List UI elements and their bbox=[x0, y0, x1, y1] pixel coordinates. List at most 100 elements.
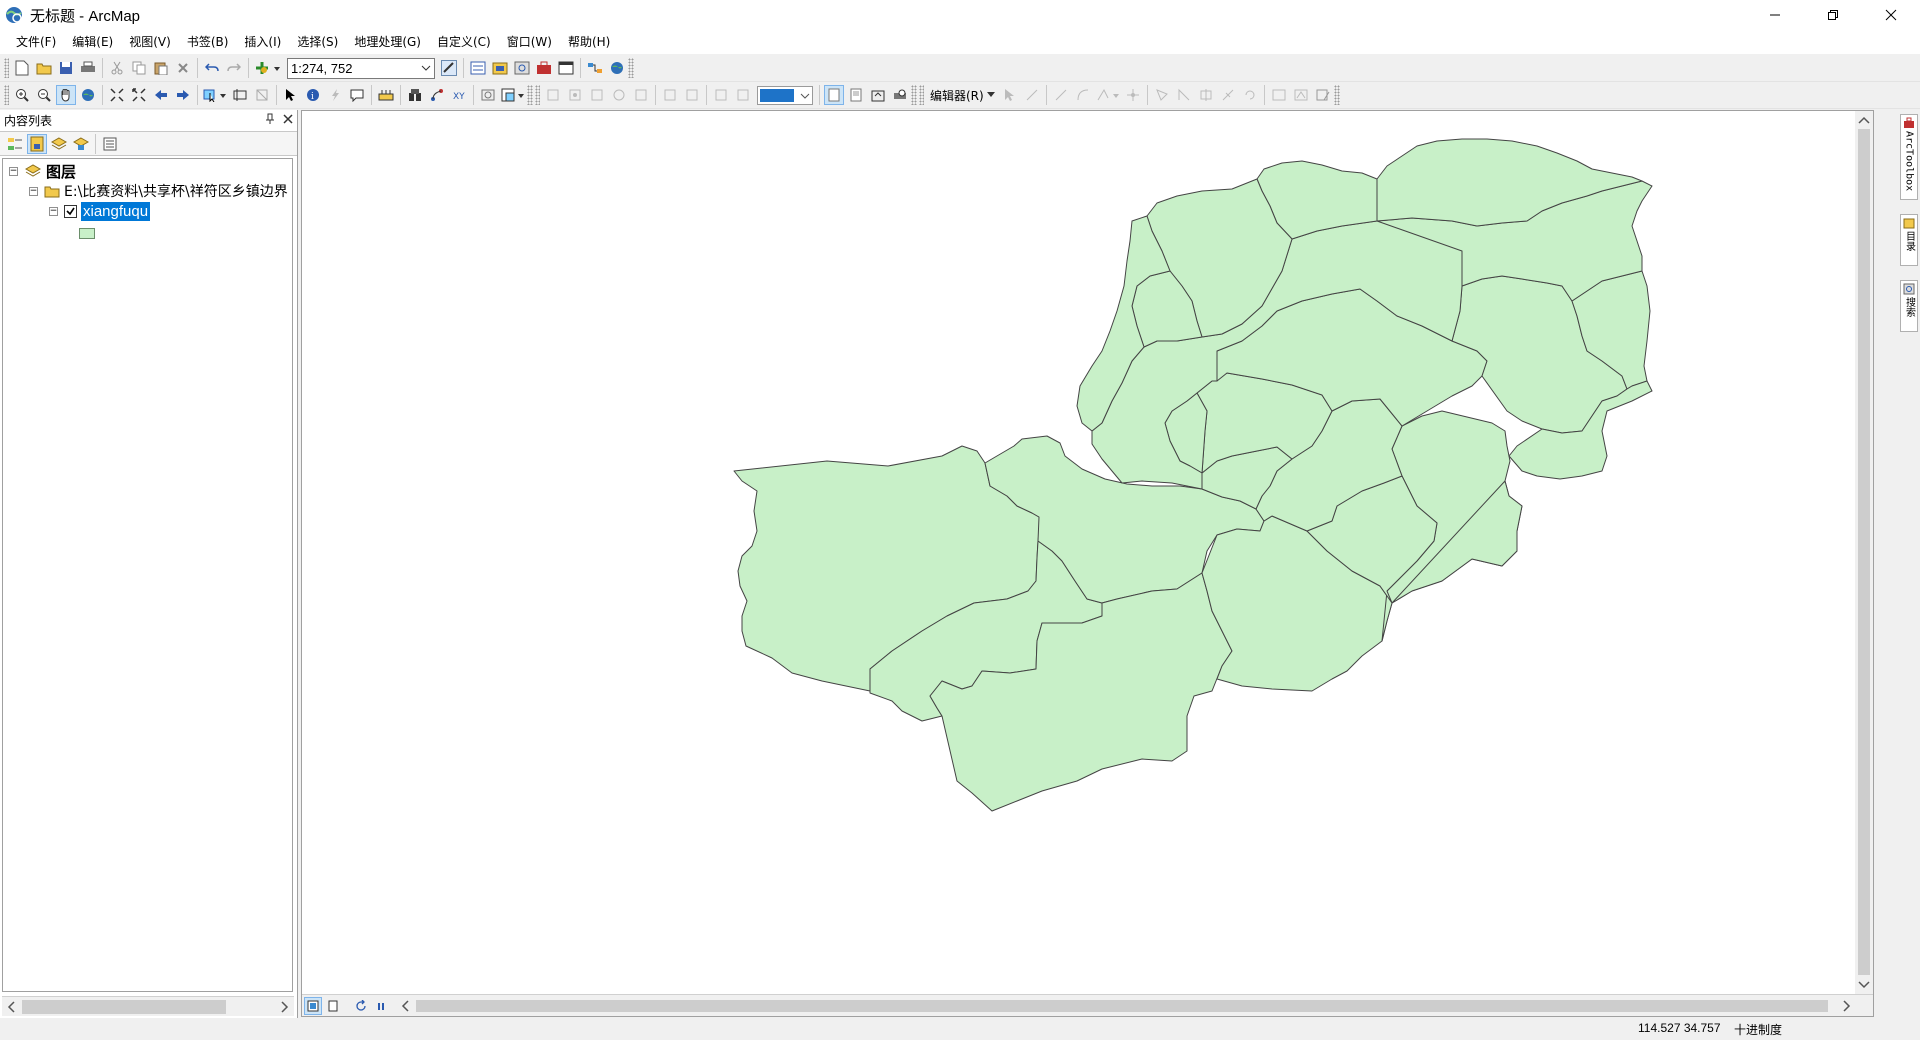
undo-button[interactable] bbox=[202, 58, 222, 78]
identify-button[interactable]: i bbox=[303, 85, 323, 105]
create-features-disabled[interactable] bbox=[1313, 85, 1333, 105]
tree-row-layers[interactable]: − 图层 bbox=[9, 161, 76, 181]
minimize-button[interactable] bbox=[1746, 0, 1804, 30]
toolbar-grip[interactable] bbox=[919, 85, 924, 105]
delete-button[interactable] bbox=[173, 58, 193, 78]
search-dock-tab[interactable]: 搜索 bbox=[1900, 280, 1918, 332]
rotate-disabled[interactable] bbox=[1240, 85, 1260, 105]
tree-row-legend[interactable] bbox=[79, 223, 95, 243]
find-button[interactable] bbox=[405, 85, 425, 105]
new-document-button[interactable] bbox=[12, 58, 32, 78]
redo-button[interactable] bbox=[224, 58, 244, 78]
print-preview-button[interactable] bbox=[890, 85, 910, 105]
scroll-left-icon[interactable] bbox=[4, 999, 20, 1015]
scroll-thumb[interactable] bbox=[416, 1000, 1828, 1012]
toolbar-grip[interactable] bbox=[4, 58, 9, 78]
straight-segment-disabled[interactable] bbox=[1051, 85, 1071, 105]
arcgis-online-button[interactable] bbox=[607, 58, 627, 78]
list-by-visibility-button[interactable] bbox=[49, 134, 69, 154]
chevron-down-icon[interactable] bbox=[800, 88, 810, 102]
editor-menu[interactable]: 编辑器(R) bbox=[926, 87, 999, 104]
fixed-zoom-out-button[interactable] bbox=[129, 85, 149, 105]
copy-button[interactable] bbox=[129, 58, 149, 78]
trace-tool-disabled[interactable] bbox=[1095, 85, 1121, 105]
html-popup-button[interactable] bbox=[347, 85, 367, 105]
map-document-button[interactable] bbox=[868, 85, 888, 105]
layout-page-button[interactable] bbox=[846, 85, 866, 105]
toolbar-overflow-grip[interactable] bbox=[1333, 85, 1340, 105]
map-canvas[interactable] bbox=[302, 111, 1855, 994]
point-tool-disabled[interactable] bbox=[1123, 85, 1143, 105]
time-slider-button[interactable] bbox=[478, 85, 498, 105]
menu-bookmarks[interactable]: 书签(B) bbox=[179, 30, 237, 54]
model-builder-button[interactable] bbox=[585, 58, 605, 78]
restore-button[interactable] bbox=[1804, 0, 1862, 30]
pause-drawing-button[interactable] bbox=[372, 997, 390, 1015]
table-of-contents-button[interactable] bbox=[468, 58, 488, 78]
catalog-window-button[interactable] bbox=[490, 58, 510, 78]
scroll-right-icon[interactable] bbox=[276, 999, 292, 1015]
layer-name[interactable]: xiangfuqu bbox=[81, 201, 151, 221]
list-by-drawing-order-button[interactable] bbox=[5, 134, 25, 154]
scroll-thumb[interactable] bbox=[1858, 129, 1870, 975]
menu-view[interactable]: 视图(V) bbox=[121, 30, 179, 54]
map-scale-value[interactable]: 1:274, 752 bbox=[288, 61, 418, 76]
menu-selection[interactable]: 选择(S) bbox=[289, 30, 346, 54]
menu-windows[interactable]: 窗口(W) bbox=[499, 30, 560, 54]
editor-toolbar-button[interactable] bbox=[439, 58, 459, 78]
measure-button[interactable] bbox=[376, 85, 396, 105]
print-button[interactable] bbox=[78, 58, 98, 78]
fixed-zoom-in-button[interactable] bbox=[107, 85, 127, 105]
draw-disabled-1[interactable] bbox=[711, 85, 731, 105]
menu-geoprocessing[interactable]: 地理处理(G) bbox=[346, 30, 429, 54]
tree-row-folder[interactable]: − E:\比赛资料\共享杯\祥符区乡镇边界 bbox=[29, 181, 288, 201]
layout-disabled-1[interactable] bbox=[660, 85, 680, 105]
scroll-down-icon[interactable] bbox=[1855, 977, 1873, 993]
toc-close-button[interactable] bbox=[283, 113, 293, 128]
clear-selection-button[interactable] bbox=[230, 85, 250, 105]
arctoolbox-button[interactable] bbox=[534, 58, 554, 78]
select-elements-button[interactable] bbox=[281, 85, 301, 105]
layer-symbol-swatch[interactable] bbox=[79, 227, 95, 239]
refresh-view-button[interactable] bbox=[352, 997, 370, 1015]
draw-disabled-2[interactable] bbox=[733, 85, 753, 105]
data-view-button[interactable] bbox=[304, 996, 322, 1015]
georeferencing-disabled-5[interactable] bbox=[631, 85, 651, 105]
menu-customize[interactable]: 自定义(C) bbox=[429, 30, 499, 54]
collapse-toggle[interactable]: − bbox=[49, 206, 58, 216]
go-back-extent-button[interactable] bbox=[151, 85, 171, 105]
map-data-frame[interactable] bbox=[301, 110, 1874, 1017]
cut-polygons-disabled[interactable] bbox=[1196, 85, 1216, 105]
search-window-button[interactable] bbox=[512, 58, 532, 78]
list-by-selection-button[interactable] bbox=[71, 134, 91, 154]
layer-visibility-checkbox[interactable] bbox=[64, 204, 77, 218]
pan-button[interactable] bbox=[56, 85, 76, 105]
scroll-right-icon[interactable] bbox=[1838, 997, 1854, 1015]
edit-vertices-disabled[interactable] bbox=[1152, 85, 1172, 105]
reshape-disabled[interactable] bbox=[1174, 85, 1194, 105]
end-point-arc-disabled[interactable] bbox=[1073, 85, 1093, 105]
cut-button[interactable] bbox=[107, 58, 127, 78]
add-data-button[interactable] bbox=[253, 58, 283, 78]
tree-row-layer[interactable]: − xiangfuqu bbox=[49, 201, 151, 221]
scroll-up-icon[interactable] bbox=[1855, 112, 1873, 128]
list-by-source-button[interactable] bbox=[27, 133, 47, 154]
map-vertical-scrollbar[interactable] bbox=[1855, 111, 1873, 994]
open-button[interactable] bbox=[34, 58, 54, 78]
select-elements-disabled-button[interactable] bbox=[252, 85, 272, 105]
zoom-in-button[interactable] bbox=[12, 85, 32, 105]
toolbar-overflow-grip[interactable] bbox=[527, 85, 533, 105]
map-horizontal-scrollbar[interactable] bbox=[398, 997, 1854, 1015]
menu-file[interactable]: 文件(F) bbox=[8, 30, 64, 54]
layout-disabled-2[interactable] bbox=[682, 85, 702, 105]
map-scale-combo[interactable]: 1:274, 752 bbox=[287, 57, 435, 79]
close-button[interactable] bbox=[1862, 0, 1920, 30]
scroll-left-icon[interactable] bbox=[398, 997, 414, 1015]
menu-insert[interactable]: 插入(I) bbox=[236, 30, 289, 54]
toolbar-grip[interactable] bbox=[535, 85, 540, 105]
georeferencing-disabled-3[interactable] bbox=[587, 85, 607, 105]
toolbar-overflow-grip[interactable] bbox=[911, 85, 917, 105]
python-window-button[interactable] bbox=[556, 58, 576, 78]
go-to-xy-button[interactable]: XY bbox=[449, 85, 469, 105]
attributes-disabled[interactable] bbox=[1269, 85, 1289, 105]
